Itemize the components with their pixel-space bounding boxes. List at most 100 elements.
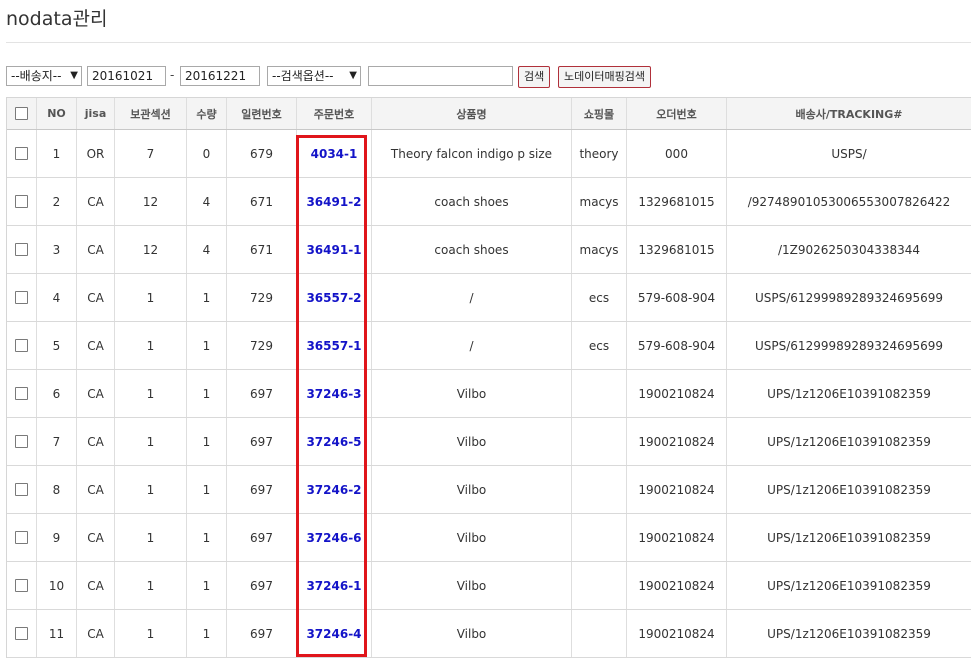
cell-serial: 697 (227, 418, 297, 465)
cell-serial: 671 (227, 226, 297, 273)
cell-tracking: UPS/1z1206E10391082359 (727, 610, 971, 657)
cell-mall: theory (572, 130, 627, 177)
cell-mall (572, 514, 627, 561)
cell-product: Vilbo (372, 418, 572, 465)
cell-jisa: OR (77, 130, 115, 177)
cell-no: 11 (37, 610, 77, 657)
cell-qty: 1 (187, 418, 227, 465)
cell-mall (572, 562, 627, 609)
order-number-link[interactable]: 37246-6 (306, 531, 361, 545)
order-number-link[interactable]: 37246-3 (306, 387, 361, 401)
cell-product: Vilbo (372, 514, 572, 561)
search-option-select[interactable]: --검색옵션-- ▼ (267, 66, 361, 86)
cell-jisa: CA (77, 322, 115, 369)
row-checkbox[interactable] (15, 579, 28, 592)
order-number-link[interactable]: 36491-2 (306, 195, 361, 209)
row-checkbox[interactable] (15, 483, 28, 496)
cell-serial: 697 (227, 610, 297, 657)
cell-section: 12 (115, 226, 187, 273)
select-all-checkbox[interactable] (15, 107, 28, 120)
cell-jisa: CA (77, 610, 115, 657)
cell-product: coach shoes (372, 178, 572, 225)
order-number-link[interactable]: 4034-1 (311, 147, 358, 161)
row-checkbox[interactable] (15, 387, 28, 400)
cell-no: 1 (37, 130, 77, 177)
cell-order-id: 579-608-904 (627, 322, 727, 369)
cell-section: 1 (115, 322, 187, 369)
cell-section: 1 (115, 274, 187, 321)
cell-order-no: 37246-5 (297, 418, 372, 465)
order-number-link[interactable]: 36557-1 (306, 339, 361, 353)
cell-order-id: 1900210824 (627, 418, 727, 465)
date-from-input[interactable]: 20161021 (87, 66, 166, 86)
table-header: NO jisa 보관섹션 수량 일련번호 주문번호 상품명 쇼핑몰 오더번호 배송사/TRACKI… (7, 98, 971, 130)
cell-qty: 1 (187, 322, 227, 369)
order-number-link[interactable]: 37246-2 (306, 483, 361, 497)
cell-tracking: USPS/ (727, 130, 971, 177)
cell-mall (572, 418, 627, 465)
cell-order-id: 1329681015 (627, 226, 727, 273)
cell-serial: 697 (227, 370, 297, 417)
cell-jisa: CA (77, 274, 115, 321)
search-button[interactable]: 검색 (518, 66, 551, 88)
row-checkbox[interactable] (15, 147, 28, 160)
cell-qty: 1 (187, 514, 227, 561)
cell-order-no: 36557-1 (297, 322, 372, 369)
header-select-cell (7, 98, 37, 129)
cell-tracking: /1Z9026250304338344 (727, 226, 971, 273)
cell-jisa: CA (77, 370, 115, 417)
cell-qty: 1 (187, 562, 227, 609)
cell-jisa: CA (77, 226, 115, 273)
order-number-link[interactable]: 37246-5 (306, 435, 361, 449)
cell-qty: 1 (187, 466, 227, 513)
cell-mall: macys (572, 226, 627, 273)
row-checkbox[interactable] (15, 243, 28, 256)
column-header-tracking: 배송사/TRACKING# (727, 98, 971, 129)
cell-order-no: 37246-3 (297, 370, 372, 417)
row-checkbox[interactable] (15, 291, 28, 304)
cell-qty: 1 (187, 610, 227, 657)
table-row: 4 CA 1 1 729 36557-2/ecs 579-608-904 USPS/61299… (7, 274, 971, 322)
column-header-serial: 일련번호 (227, 98, 297, 129)
cell-select (7, 418, 37, 465)
row-checkbox[interactable] (15, 339, 28, 352)
row-checkbox[interactable] (15, 435, 28, 448)
cell-serial: 697 (227, 514, 297, 561)
cell-jisa: CA (77, 514, 115, 561)
table-row: 6 CA 1 1 697 37246-3 Vilbo 1900210824 UPS/1z1206… (7, 370, 971, 418)
table-row: 2 CA 12 4 671 36491-2 coach shoes macys 13296810… (7, 178, 971, 226)
column-header-no: NO (37, 98, 77, 129)
keyword-input[interactable] (368, 66, 513, 86)
delivery-select[interactable]: --배송지-- ▼ (6, 66, 82, 86)
cell-tracking: UPS/1z1206E10391082359 (727, 370, 971, 417)
order-number-link[interactable]: 36491-1 (306, 243, 361, 257)
title-divider (6, 42, 971, 43)
cell-no: 6 (37, 370, 77, 417)
cell-mall (572, 370, 627, 417)
cell-qty: 4 (187, 178, 227, 225)
date-to-input[interactable]: 20161221 (180, 66, 260, 86)
row-checkbox[interactable] (15, 195, 28, 208)
cell-serial: 697 (227, 562, 297, 609)
cell-jisa: CA (77, 466, 115, 513)
order-number-link[interactable]: 37246-1 (306, 579, 361, 593)
table-row: 8 CA 1 1 697 37246-2 Vilbo 1900210824 UPS/1z1206… (7, 466, 971, 514)
row-checkbox[interactable] (15, 627, 28, 640)
cell-order-id: 1900210824 (627, 466, 727, 513)
order-number-link[interactable]: 36557-2 (306, 291, 361, 305)
cell-mall (572, 610, 627, 657)
row-checkbox[interactable] (15, 531, 28, 544)
cell-tracking: UPS/1z1206E10391082359 (727, 418, 971, 465)
order-number-link[interactable]: 37246-4 (306, 627, 361, 641)
cell-mall: macys (572, 178, 627, 225)
table-row: 1 OR 7 0 679 4034-1 Theory falcon indigo p siz… (7, 130, 971, 178)
nodata-table: NO jisa 보관섹션 수량 일련번호 주문번호 상품명 쇼핑몰 오더번호 배송사/TRACKI… (6, 97, 971, 658)
cell-select (7, 370, 37, 417)
search-option-select-value: --검색옵션-- (272, 69, 334, 83)
cell-tracking: UPS/1z1206E10391082359 (727, 562, 971, 609)
cell-select (7, 322, 37, 369)
cell-product: Theory falcon indigo p size (372, 130, 572, 177)
nodata-mapping-search-button[interactable]: 노데이터매핑검색 (558, 66, 651, 88)
filter-bar: --배송지-- ▼ 20161021 - 20161221 --검색옵션-- ▼… (0, 66, 971, 88)
cell-qty: 1 (187, 370, 227, 417)
